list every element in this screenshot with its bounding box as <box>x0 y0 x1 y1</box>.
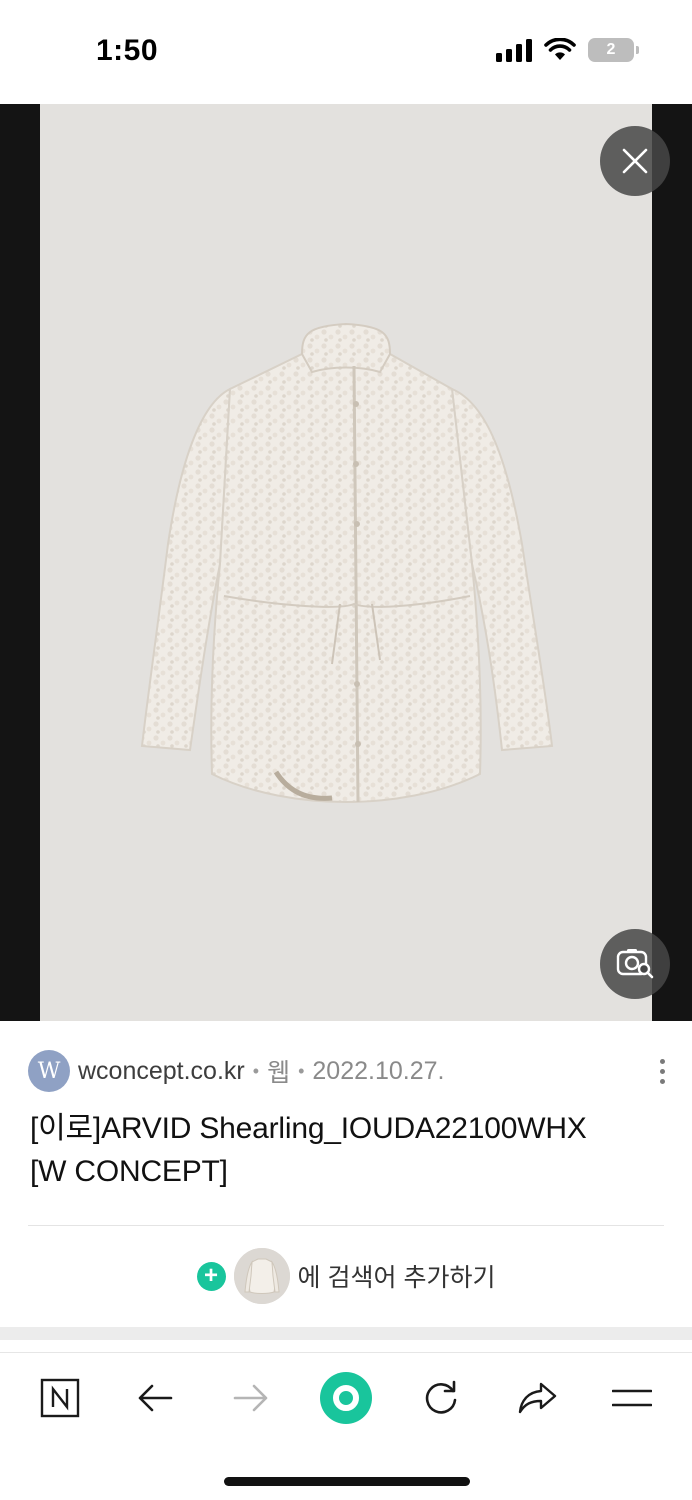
result-title[interactable]: [이로]ARVID Shearling_IOUDA22100WHX [W CON… <box>30 1107 670 1193</box>
result-title-line1: [이로]ARVID Shearling_IOUDA22100WHX <box>30 1112 587 1145</box>
green-dot-icon <box>319 1371 372 1424</box>
separator-dot: • <box>252 1060 260 1081</box>
add-search-term-button[interactable]: + 에 검색어 추가하기 <box>0 1247 692 1305</box>
shearling-jacket-image <box>140 322 554 804</box>
naver-home-button[interactable] <box>24 1362 96 1434</box>
section-separator <box>0 1327 692 1340</box>
more-dot <box>659 1078 665 1084</box>
refresh-button[interactable] <box>405 1362 477 1434</box>
menu-button[interactable] <box>596 1362 668 1434</box>
refresh-icon <box>426 1380 457 1414</box>
plus-icon: + <box>196 1261 226 1291</box>
product-photo[interactable] <box>40 104 652 1021</box>
more-dot <box>659 1068 665 1074</box>
menu-icon <box>612 1389 653 1406</box>
more-dot <box>659 1058 665 1064</box>
back-arrow-icon <box>138 1384 173 1411</box>
forward-button[interactable] <box>215 1362 287 1434</box>
naver-home-icon <box>40 1378 79 1417</box>
battery-icon: 2 <box>588 38 639 62</box>
status-indicators: 2 <box>496 38 639 62</box>
add-search-term-label: 에 검색어 추가하기 <box>297 1264 496 1292</box>
search-result-card: W wconcept.co.kr • 웹 • 2022.10.27. [이로]A… <box>0 1021 692 1327</box>
separator-dot: • <box>298 1060 305 1081</box>
status-bar: 1:50 2 <box>0 0 692 104</box>
forward-arrow-icon <box>233 1384 267 1411</box>
result-date: 2022.10.27. <box>312 1056 445 1085</box>
back-button[interactable] <box>119 1362 191 1434</box>
wifi-icon <box>544 38 576 60</box>
image-thumbnail <box>233 1248 290 1304</box>
home-indicator[interactable] <box>224 1477 470 1486</box>
green-dot-button[interactable] <box>310 1362 382 1434</box>
status-time: 1:50 <box>96 34 159 67</box>
share-icon <box>518 1382 557 1413</box>
close-button[interactable] <box>600 126 670 196</box>
result-title-line2: [W CONCEPT] <box>30 1155 228 1188</box>
site-favicon: W <box>28 1050 70 1092</box>
source-row: W wconcept.co.kr • 웹 • 2022.10.27. <box>28 1049 674 1093</box>
browser-toolbar <box>0 1352 692 1442</box>
divider <box>28 1225 664 1226</box>
source-domain[interactable]: wconcept.co.kr <box>78 1057 245 1086</box>
close-icon <box>622 148 648 174</box>
battery-level: 2 <box>606 41 616 58</box>
image-search-button[interactable] <box>600 929 670 999</box>
image-viewer <box>0 104 692 1021</box>
cellular-signal-icon <box>496 38 532 62</box>
result-category: 웹 <box>267 1059 291 1087</box>
share-button[interactable] <box>501 1362 573 1434</box>
more-options-button[interactable] <box>650 1049 674 1093</box>
jacket-thumbnail-image <box>233 1248 290 1304</box>
image-search-icon <box>616 949 654 979</box>
